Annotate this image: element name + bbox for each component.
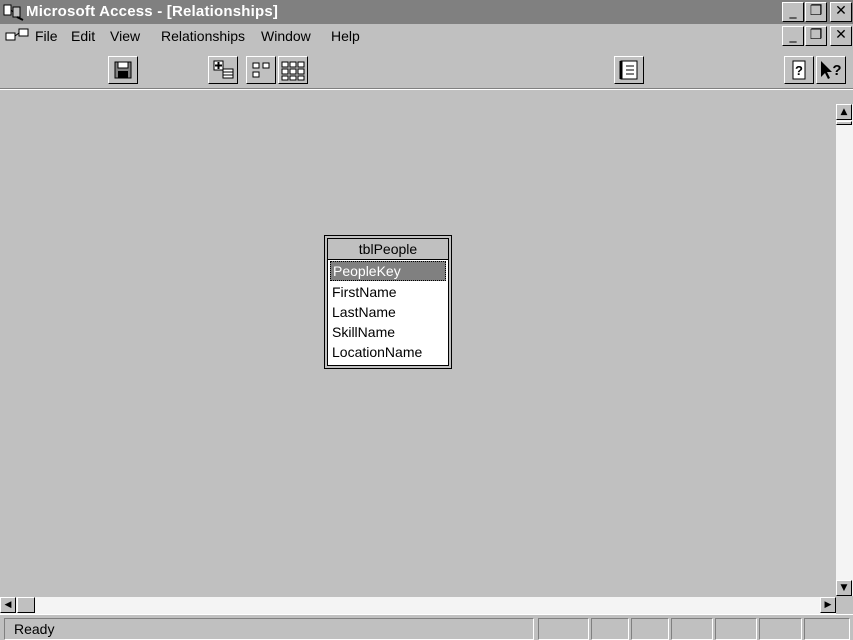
doc-restore-button[interactable]: ❐: [805, 26, 827, 46]
window-title: Microsoft Access - [Relationships]: [26, 3, 279, 20]
status-indicator-panel: [759, 618, 802, 640]
minimize-button[interactable]: _: [782, 2, 804, 22]
field-item[interactable]: PeopleKey: [330, 261, 446, 281]
vertical-scroll-thumb[interactable]: [836, 121, 852, 125]
menu-view[interactable]: View: [110, 28, 140, 44]
field-list-body: tblPeople PeopleKey FirstName LastName S…: [327, 238, 449, 366]
menu-window[interactable]: Window: [261, 28, 311, 44]
show-direct-button[interactable]: [246, 56, 276, 84]
field-item[interactable]: SkillName: [332, 323, 395, 341]
scroll-left-button[interactable]: ◀: [0, 597, 16, 613]
whats-this-button[interactable]: ?: [816, 56, 846, 84]
save-button[interactable]: [108, 56, 138, 84]
table-field-list[interactable]: tblPeople PeopleKey FirstName LastName S…: [324, 235, 452, 369]
help-button[interactable]: ?: [784, 56, 814, 84]
menu-help[interactable]: Help: [331, 28, 360, 44]
restore-button[interactable]: ❐: [805, 2, 827, 22]
status-indicator-panel: [715, 618, 757, 640]
doc-close-button[interactable]: ✕: [830, 26, 852, 46]
arrow-right-icon: ▶: [824, 600, 832, 610]
restore-icon: ❐: [809, 3, 823, 19]
scroll-corner: [837, 597, 853, 614]
field-item[interactable]: LocationName: [332, 343, 422, 361]
svg-text:?: ?: [795, 63, 803, 78]
minimize-icon: _: [789, 27, 797, 43]
field-item[interactable]: FirstName: [332, 283, 397, 301]
show-table-icon: [213, 60, 234, 79]
database-window-button[interactable]: [614, 56, 644, 84]
show-direct-icon: [252, 62, 270, 78]
scroll-down-button[interactable]: ▼: [836, 580, 852, 596]
relationships-doc-icon[interactable]: [5, 28, 29, 44]
show-all-icon: [281, 61, 305, 81]
scroll-up-button[interactable]: ▲: [836, 104, 852, 120]
horizontal-scroll-thumb[interactable]: [17, 597, 35, 613]
close-icon: ✕: [835, 27, 847, 43]
horizontal-scrollbar[interactable]: [0, 597, 836, 614]
show-all-button[interactable]: [278, 56, 308, 84]
status-indicator-panel: [538, 618, 589, 640]
app-icon[interactable]: [3, 3, 25, 21]
menu-file[interactable]: File: [35, 28, 58, 44]
status-indicator-panel: [591, 618, 629, 640]
menu-relationships[interactable]: Relationships: [161, 28, 245, 44]
arrow-up-icon: ▲: [840, 107, 848, 117]
show-table-button[interactable]: [208, 56, 238, 84]
minimize-icon: _: [789, 3, 797, 19]
menu-edit[interactable]: Edit: [71, 28, 95, 44]
table-title[interactable]: tblPeople: [328, 239, 448, 260]
doc-minimize-button[interactable]: _: [782, 26, 804, 46]
svg-text:?: ?: [832, 62, 841, 79]
vertical-scrollbar[interactable]: [836, 104, 853, 596]
arrow-down-icon: ▼: [840, 583, 848, 593]
status-indicator-panel: [804, 618, 850, 640]
scroll-right-button[interactable]: ▶: [820, 597, 836, 613]
whats-this-icon: ?: [821, 61, 842, 79]
close-button[interactable]: ✕: [830, 2, 852, 22]
help-icon: ?: [792, 60, 806, 80]
status-message-panel: [4, 618, 534, 640]
arrow-left-icon: ◀: [4, 600, 12, 610]
database-window-icon: [619, 60, 638, 80]
status-indicator-panel: [631, 618, 669, 640]
status-indicator-panel: [671, 618, 713, 640]
status-text: Ready: [14, 621, 55, 637]
restore-icon: ❐: [809, 27, 823, 43]
save-icon: [114, 61, 132, 79]
field-item[interactable]: LastName: [332, 303, 396, 321]
close-icon: ✕: [835, 3, 847, 19]
